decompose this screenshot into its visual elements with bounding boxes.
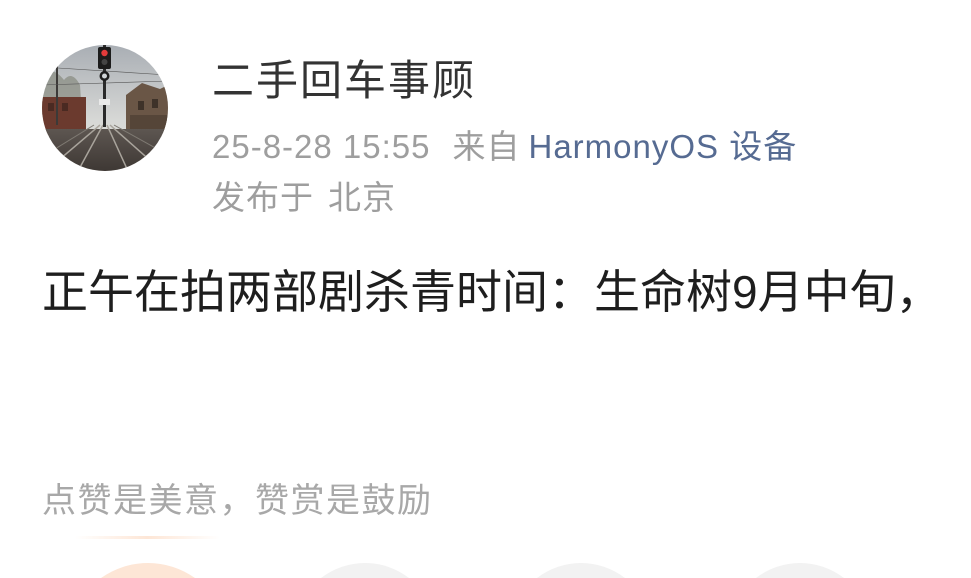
action-button-3[interactable] — [756, 562, 844, 578]
reward-prompt: 点赞是美意，赞赏是鼓励 — [42, 482, 433, 520]
reward-glow-divider — [75, 536, 220, 539]
reward-button[interactable] — [101, 562, 195, 578]
source-device-link[interactable]: HarmonyOS 设备 — [529, 128, 798, 165]
author-avatar[interactable] — [42, 45, 168, 171]
location-name: 北京 — [328, 179, 396, 216]
post-location: 发布于 北京 — [212, 176, 396, 220]
source-prefix: 来自 — [452, 128, 521, 165]
location-prefix: 发布于 — [212, 179, 314, 216]
reward-action-row — [101, 562, 844, 578]
post-time: 25-8-28 15:55 — [212, 128, 431, 165]
post-body-text: 正午在拍两部剧杀青时间：生命树9月中旬， — [42, 266, 942, 318]
post-meta: 25-8-28 15:55 来自 HarmonyOS 设备 — [212, 125, 797, 169]
action-button-1[interactable] — [321, 562, 409, 578]
author-name[interactable]: 二手回车事顾 — [212, 53, 476, 109]
avatar-photo — [42, 45, 168, 171]
action-button-2[interactable] — [537, 562, 625, 578]
